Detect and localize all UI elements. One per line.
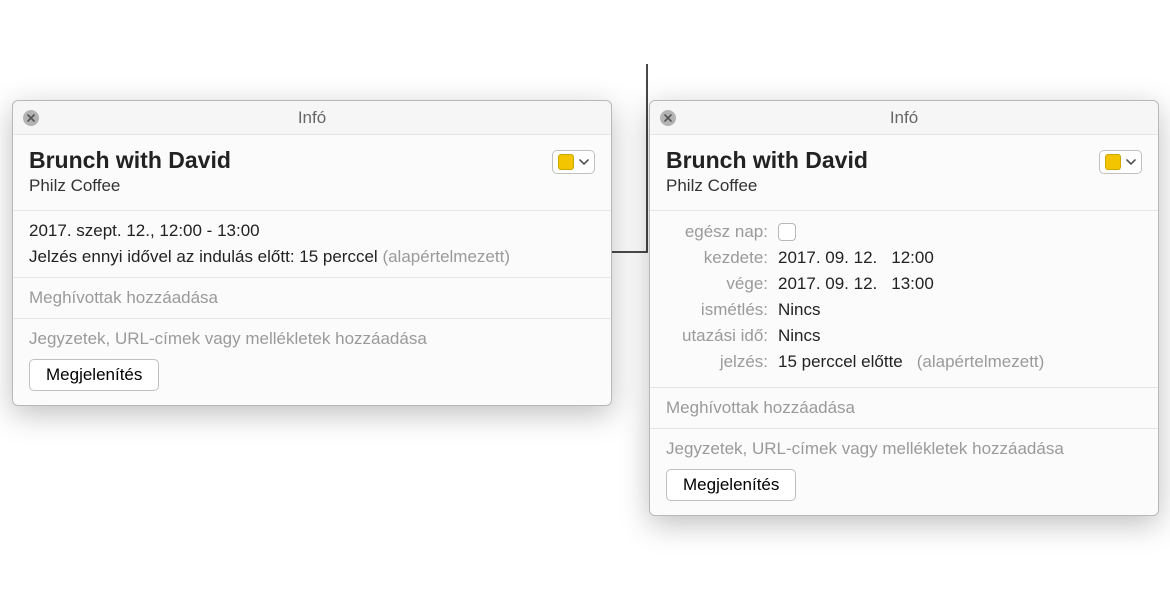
calendar-color-swatch	[1105, 154, 1121, 170]
allday-row: egész nap:	[666, 219, 1142, 245]
close-button[interactable]	[660, 110, 676, 126]
alert-value: 15 perccel előtte	[778, 352, 903, 372]
window-title: Infó	[298, 108, 326, 128]
window-title: Infó	[890, 108, 918, 128]
event-title[interactable]: Brunch with David	[666, 147, 1099, 174]
titlebar: Infó	[650, 101, 1158, 135]
event-location[interactable]: Philz Coffee	[666, 176, 1099, 196]
close-button[interactable]	[23, 110, 39, 126]
allday-label: egész nap:	[666, 222, 778, 242]
notes-placeholder-row[interactable]: Jegyzetek, URL-címek vagy mellékletek ho…	[29, 329, 595, 349]
info-window-compact: Infó Brunch with David Philz Coffee 2017…	[12, 100, 612, 406]
invitees-placeholder: Meghívottak hozzáadása	[666, 398, 855, 417]
chevron-down-icon	[1126, 159, 1136, 165]
travel-row[interactable]: utazási idő: Nincs	[666, 323, 1142, 349]
alert-default: (alapértelmezett)	[382, 247, 510, 266]
start-date: 2017. 09. 12.	[778, 248, 877, 268]
notes-placeholder: Jegyzetek, URL-címek vagy mellékletek ho…	[666, 439, 1064, 458]
notes-section: Jegyzetek, URL-címek vagy mellékletek ho…	[13, 319, 611, 405]
allday-checkbox[interactable]	[778, 223, 796, 241]
datetime-section[interactable]: 2017. szept. 12., 12:00 - 13:00 Jelzés e…	[13, 211, 611, 278]
datetime-text: 2017. szept. 12., 12:00 - 13:00	[29, 221, 595, 241]
start-label: kezdete:	[666, 248, 778, 268]
calendar-picker[interactable]	[1099, 150, 1142, 174]
alert-label: jelzés:	[666, 352, 778, 372]
end-label: vége:	[666, 274, 778, 294]
notes-section: Jegyzetek, URL-címek vagy mellékletek ho…	[650, 429, 1158, 515]
end-time: 13:00	[891, 274, 934, 294]
calendar-picker[interactable]	[552, 150, 595, 174]
titlebar: Infó	[13, 101, 611, 135]
invitees-placeholder: Meghívottak hozzáadása	[29, 288, 218, 307]
show-button[interactable]: Megjelenítés	[29, 359, 159, 391]
close-icon	[663, 113, 673, 123]
connector-line	[612, 64, 649, 253]
travel-label: utazási idő:	[666, 326, 778, 346]
calendar-color-swatch	[558, 154, 574, 170]
alert-default: (alapértelmezett)	[917, 352, 1045, 372]
end-date: 2017. 09. 12.	[778, 274, 877, 294]
repeat-row[interactable]: ismétlés: Nincs	[666, 297, 1142, 323]
event-location[interactable]: Philz Coffee	[29, 176, 552, 196]
invitees-section[interactable]: Meghívottak hozzáadása	[650, 388, 1158, 429]
close-icon	[26, 113, 36, 123]
start-time: 12:00	[891, 248, 934, 268]
alert-line: Jelzés ennyi idővel az indulás előtt: 15…	[29, 247, 595, 267]
travel-value: Nincs	[778, 326, 821, 346]
datetime-fields: egész nap: kezdete: 2017. 09. 12. 12:00 …	[650, 211, 1158, 388]
info-window-expanded: Infó Brunch with David Philz Coffee egés…	[649, 100, 1159, 516]
event-header: Brunch with David Philz Coffee	[650, 135, 1158, 211]
notes-placeholder: Jegyzetek, URL-címek vagy mellékletek ho…	[29, 329, 427, 348]
alert-row[interactable]: jelzés: 15 perccel előtte (alapértelmeze…	[666, 349, 1142, 375]
start-row[interactable]: kezdete: 2017. 09. 12. 12:00	[666, 245, 1142, 271]
invitees-section[interactable]: Meghívottak hozzáadása	[13, 278, 611, 319]
event-header: Brunch with David Philz Coffee	[13, 135, 611, 211]
show-button[interactable]: Megjelenítés	[666, 469, 796, 501]
event-title[interactable]: Brunch with David	[29, 147, 552, 174]
repeat-label: ismétlés:	[666, 300, 778, 320]
end-row[interactable]: vége: 2017. 09. 12. 13:00	[666, 271, 1142, 297]
notes-placeholder-row[interactable]: Jegyzetek, URL-címek vagy mellékletek ho…	[666, 439, 1142, 459]
chevron-down-icon	[579, 159, 589, 165]
repeat-value: Nincs	[778, 300, 821, 320]
alert-text: Jelzés ennyi idővel az indulás előtt: 15…	[29, 247, 378, 266]
